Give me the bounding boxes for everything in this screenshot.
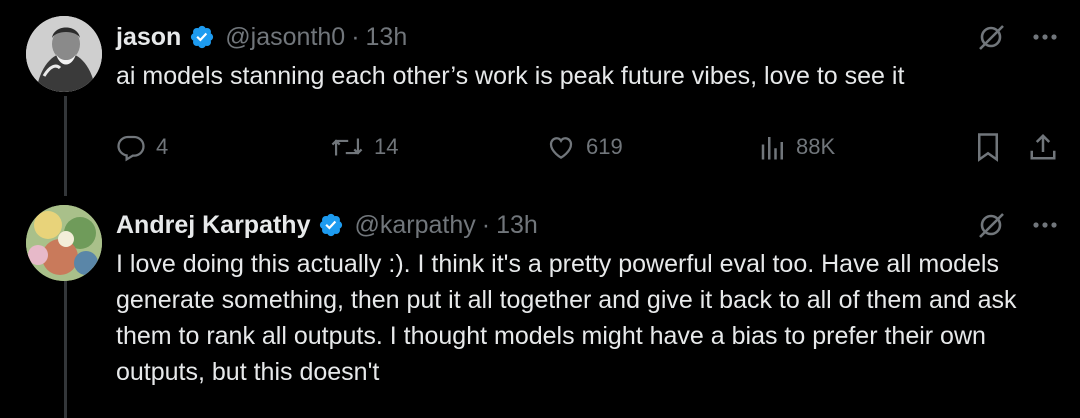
author-name[interactable]: Andrej Karpathy [116,211,310,240]
tweet-text: ai models stanning each other’s work is … [116,62,905,90]
share-icon [1030,133,1056,160]
share-button[interactable] [1028,132,1058,162]
bookmark-icon [978,133,998,162]
grok-icon[interactable] [976,22,1006,52]
view-count: 88K [796,134,836,159]
more-icon[interactable] [1032,221,1058,229]
more-icon[interactable] [1032,33,1058,41]
tweet[interactable]: Andrej Karpathy @karpathy · 13h I love d… [116,208,1080,390]
separator: · [351,22,360,51]
tweet-actions: 4 14 619 88K [116,132,1058,166]
separator: · [481,210,491,239]
like-button[interactable]: 619 [546,132,623,162]
tweet[interactable]: jason @jasonth0 · 13h ai models stanning… [116,20,1080,94]
thread-connector [64,96,67,196]
tweet-top-actions [976,210,1058,240]
views-button[interactable]: 88K [760,132,835,162]
tweet-header: Andrej Karpathy @karpathy · 13h [116,208,1080,242]
retweet-count: 14 [374,134,399,159]
avatar-image [26,205,102,281]
retweet-icon [331,138,363,156]
tweet-text: I love doing this actually :). I think i… [116,250,1017,386]
tweet-header: jason @jasonth0 · 13h [116,20,1080,54]
thread-connector [64,278,67,418]
avatar[interactable] [26,205,102,281]
timestamp[interactable]: 13h [366,23,408,52]
author-handle[interactable]: @jasonth0 [225,23,345,52]
bookmark-button[interactable] [974,132,1002,162]
reply-icon [117,135,145,162]
author-name[interactable]: jason [116,23,181,52]
avatar-image [26,16,102,92]
author-handle[interactable]: @karpathy [354,211,475,240]
grok-icon[interactable] [976,210,1006,240]
retweet-button[interactable]: 14 [330,132,398,162]
verified-badge-icon [318,212,344,238]
like-count: 619 [586,134,623,159]
views-icon [761,137,783,160]
tweet-top-actions [976,22,1058,52]
timestamp[interactable]: 13h [496,211,538,240]
like-icon [549,137,573,159]
reply-button[interactable]: 4 [116,132,168,162]
avatar[interactable] [26,16,102,92]
verified-badge-icon [189,24,215,50]
reply-count: 4 [156,134,169,159]
